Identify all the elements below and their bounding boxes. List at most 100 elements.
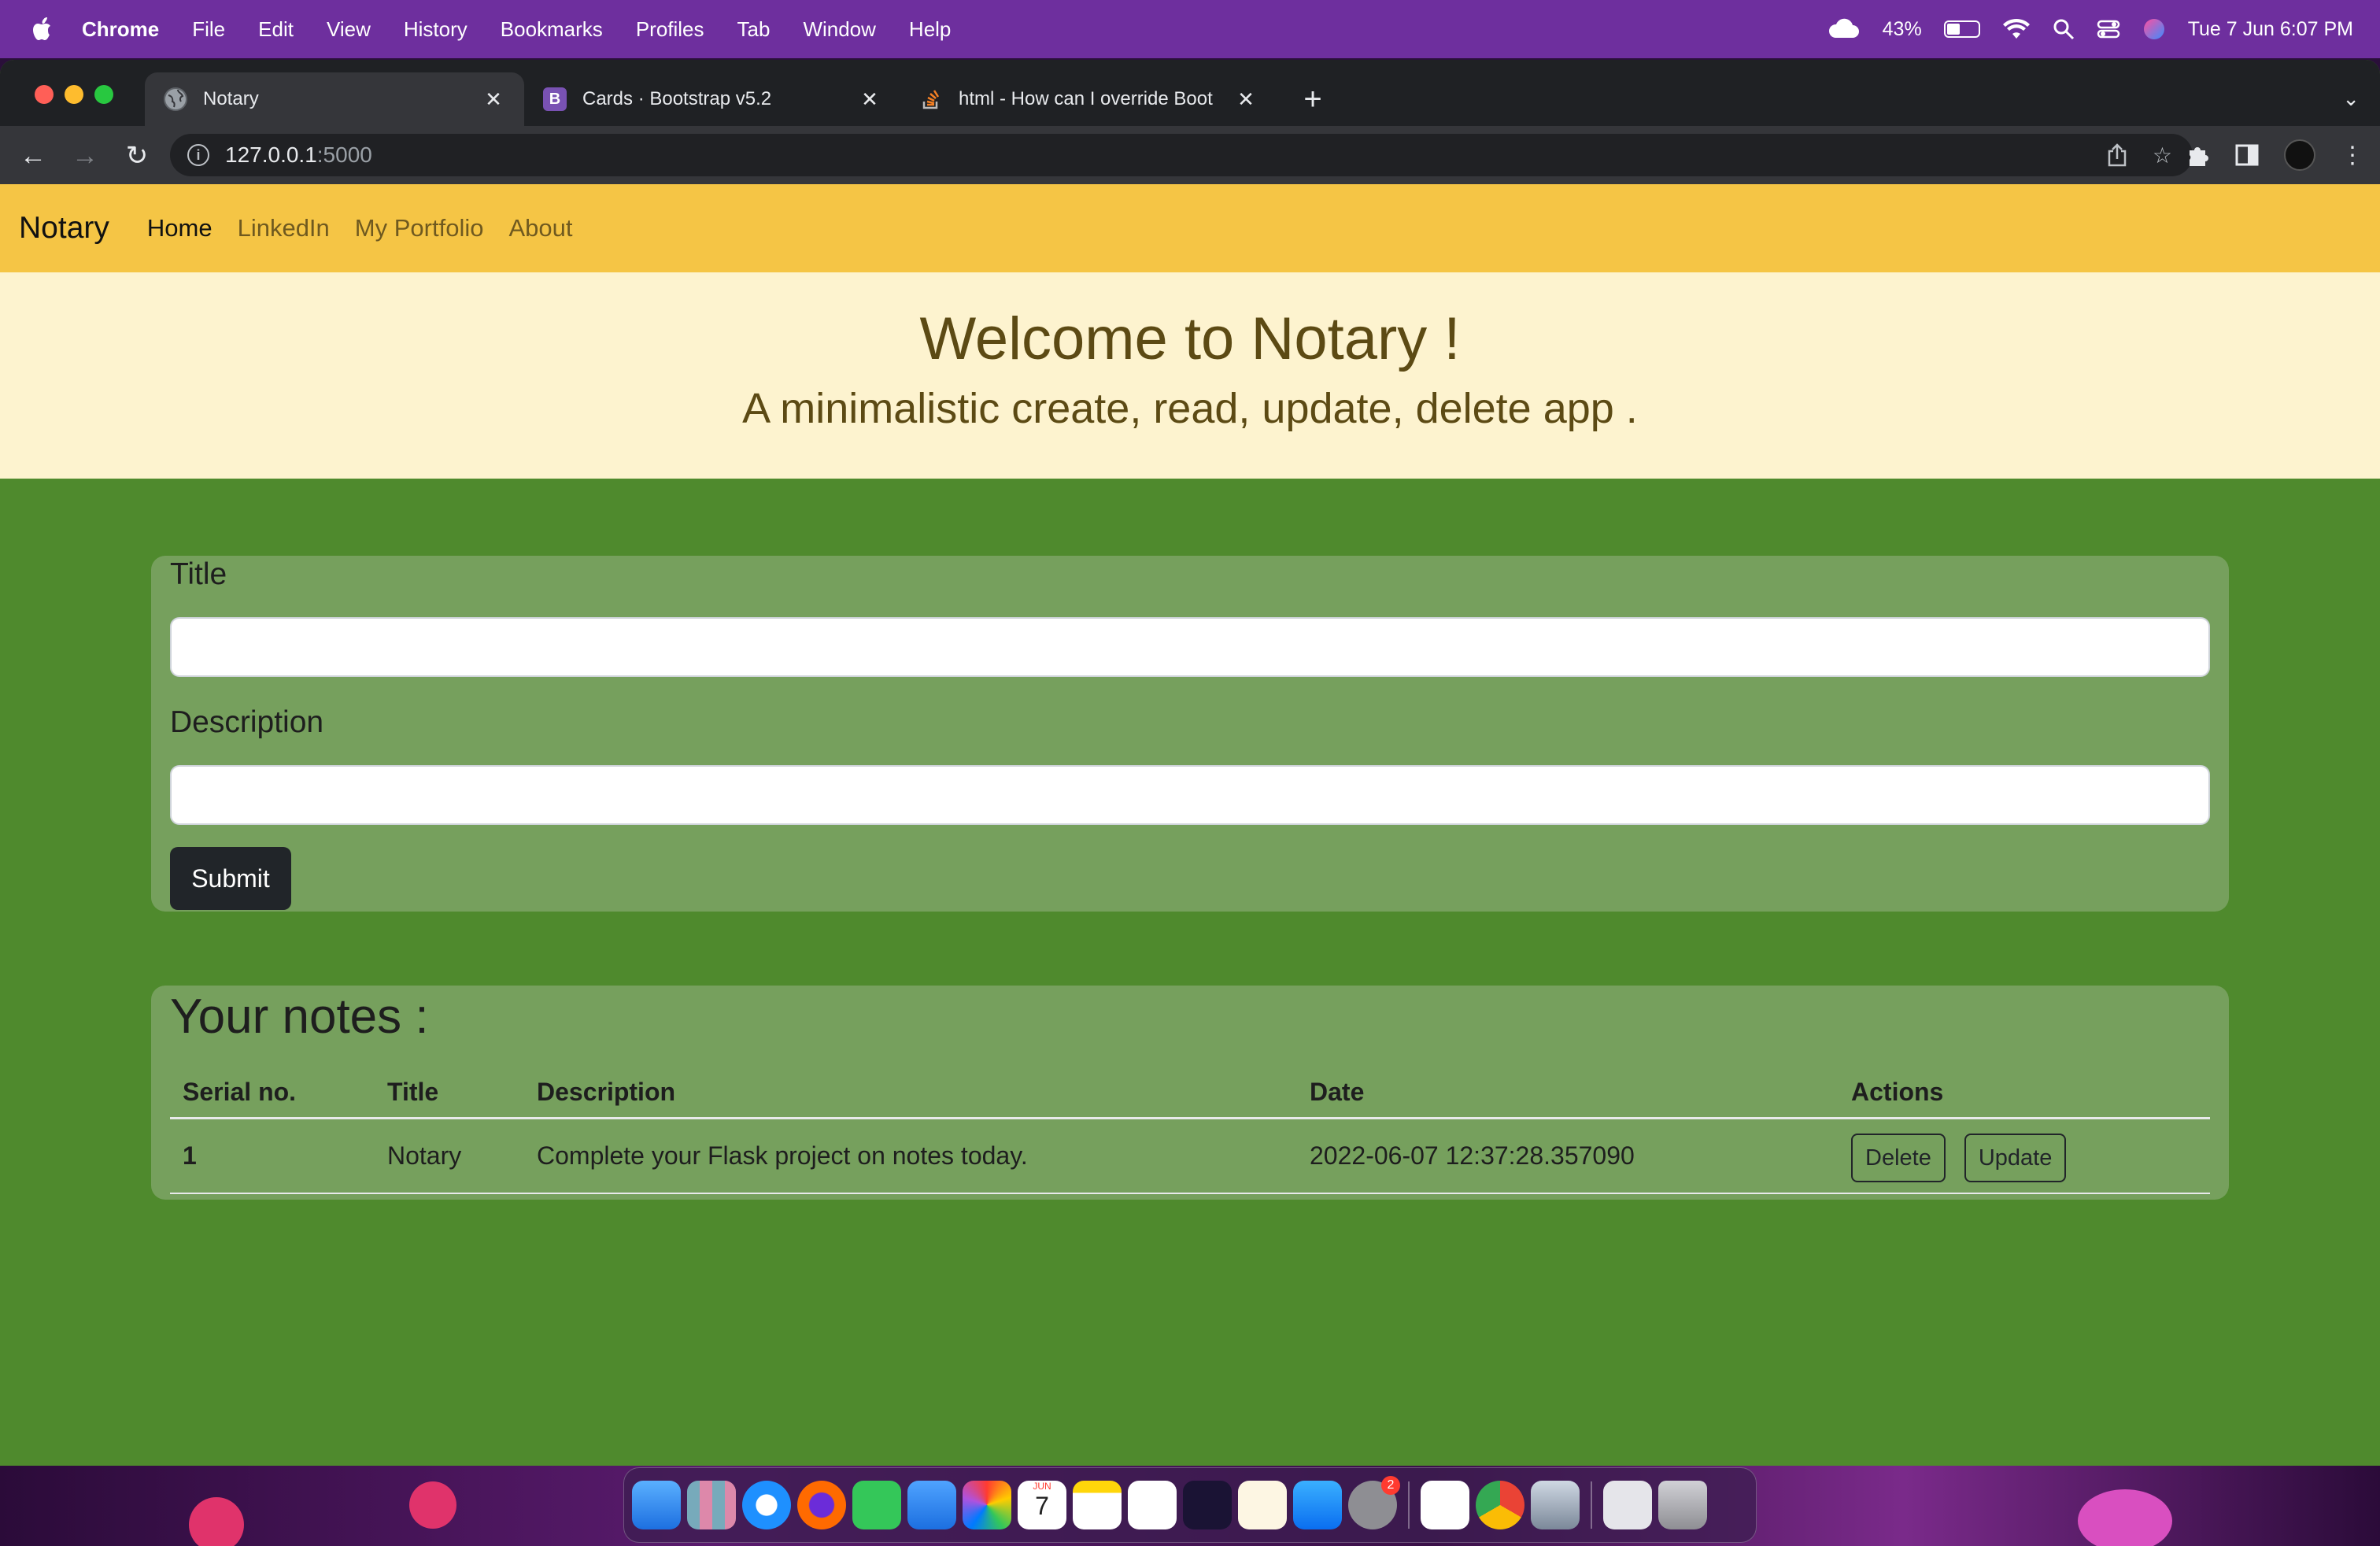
macos-menu-bar: Chrome File Edit View History Bookmarks … [0, 0, 2380, 58]
numbers-icon[interactable] [1128, 1481, 1177, 1529]
menu-tab[interactable]: Tab [737, 17, 771, 42]
close-tab-icon[interactable]: ✕ [858, 87, 881, 111]
forward-icon[interactable]: → [69, 140, 101, 172]
cell-description: Complete your Flask project on notes tod… [524, 1118, 1297, 1194]
more-menu-icon[interactable]: ⋮ [2341, 142, 2364, 169]
tab-title: html - How can I override Boot [959, 88, 1213, 109]
document-icon[interactable] [1603, 1481, 1652, 1529]
description-input[interactable] [170, 765, 2210, 825]
menu-edit[interactable]: Edit [258, 17, 294, 42]
title-label: Title [170, 557, 227, 591]
stackoverflow-icon [919, 87, 943, 111]
menu-app-chrome[interactable]: Chrome [82, 17, 159, 42]
profile-avatar[interactable] [2284, 139, 2315, 171]
dock: JUN 7 2 [623, 1467, 1757, 1543]
system-preferences-icon[interactable]: 2 [1348, 1476, 1400, 1529]
menu-help[interactable]: Help [909, 17, 951, 42]
address-bar[interactable]: i 127.0.0.1:5000 ☆ [170, 134, 2193, 176]
affinity-icon[interactable] [1183, 1481, 1232, 1529]
dock-separator [1591, 1481, 1592, 1529]
tab-bootstrap-cards[interactable]: B Cards · Bootstrap v5.2 ✕ [524, 72, 900, 126]
photos-icon[interactable] [963, 1481, 1011, 1529]
vscode-icon[interactable] [1421, 1481, 1469, 1529]
finder-icon[interactable] [632, 1481, 681, 1529]
site-navbar: Notary Home LinkedIn My Portfolio About [0, 184, 2380, 272]
siri-icon[interactable] [2142, 17, 2166, 41]
launchpad-icon[interactable] [687, 1481, 736, 1529]
cell-actions: Delete Update [1839, 1118, 2210, 1194]
control-center-icon[interactable] [2097, 18, 2120, 40]
side-panel-icon[interactable] [2235, 144, 2259, 166]
share-icon[interactable] [2107, 143, 2127, 167]
cell-title: Notary [375, 1118, 524, 1194]
bookmark-star-icon[interactable]: ☆ [2153, 142, 2172, 168]
close-tab-icon[interactable]: ✕ [482, 87, 505, 111]
minimize-window-button[interactable] [65, 85, 83, 104]
address-bar-actions: ☆ [2107, 134, 2172, 176]
navbar-brand[interactable]: Notary [19, 211, 109, 246]
close-window-button[interactable] [35, 85, 54, 104]
web-page: Notary Home LinkedIn My Portfolio About … [0, 184, 2380, 1466]
wallpaper-flower [189, 1497, 244, 1546]
preview-icon[interactable] [1531, 1481, 1580, 1529]
messages-icon[interactable] [852, 1481, 901, 1529]
tab-strip: Notary ✕ B Cards · Bootstrap v5.2 ✕ html… [0, 60, 2380, 126]
description-label: Description [170, 705, 324, 739]
hero-subtitle: A minimalistic create, read, update, del… [742, 385, 1638, 432]
battery-icon[interactable] [1943, 20, 1980, 38]
extensions-icon[interactable] [2185, 142, 2210, 168]
menu-view[interactable]: View [327, 17, 371, 42]
hero-title: Welcome to Notary ! [919, 305, 1461, 372]
column-header-actions: Actions [1839, 1067, 2210, 1119]
trash-icon[interactable] [1658, 1481, 1707, 1529]
menu-bookmarks[interactable]: Bookmarks [501, 17, 603, 42]
delete-button[interactable]: Delete [1851, 1134, 1946, 1183]
close-tab-icon[interactable]: ✕ [1234, 87, 1258, 111]
cloud-icon[interactable] [1826, 17, 1861, 41]
dock-separator [1408, 1481, 1410, 1529]
menubar-status-area: 43% Tue 7 Jun 6:07 PM [1826, 0, 2353, 58]
wallpaper-flower [2078, 1489, 2172, 1546]
menu-profiles[interactable]: Profiles [636, 17, 704, 42]
mail-icon[interactable] [907, 1481, 956, 1529]
back-icon[interactable]: ← [17, 140, 49, 172]
title-input[interactable] [170, 617, 2210, 677]
new-tab-icon[interactable]: + [1297, 83, 1329, 115]
app-store-icon[interactable] [1293, 1481, 1342, 1529]
notification-badge: 2 [1381, 1476, 1400, 1495]
wifi-icon[interactable] [2002, 18, 2031, 40]
apple-menu-icon[interactable] [27, 13, 58, 45]
update-button[interactable]: Update [1964, 1134, 2067, 1183]
column-header-title: Title [375, 1067, 524, 1119]
menu-window[interactable]: Window [803, 17, 875, 42]
column-header-date: Date [1297, 1067, 1839, 1119]
globe-icon [164, 87, 187, 111]
notes-icon[interactable] [1073, 1481, 1122, 1529]
notes-card: Your notes : Serial no. Title Descriptio… [151, 986, 2229, 1200]
chrome-icon[interactable] [1476, 1481, 1524, 1529]
firefox-icon[interactable] [797, 1481, 846, 1529]
zoom-window-button[interactable] [94, 85, 113, 104]
calendar-icon[interactable]: JUN 7 [1018, 1481, 1066, 1529]
submit-button[interactable]: Submit [170, 847, 291, 910]
menu-file[interactable]: File [192, 17, 225, 42]
nav-link-about[interactable]: About [508, 214, 572, 242]
note-form-card: Title Description Submit [151, 556, 2229, 912]
safari-icon[interactable] [742, 1481, 791, 1529]
search-icon[interactable] [2053, 18, 2075, 40]
clock[interactable]: Tue 7 Jun 6:07 PM [2188, 18, 2353, 41]
menu-history[interactable]: History [404, 17, 468, 42]
nav-link-home[interactable]: Home [147, 214, 213, 242]
calendar-day: 7 [1035, 1492, 1049, 1520]
tab-stackoverflow[interactable]: html - How can I override Boot ✕ [900, 72, 1277, 126]
nav-link-portfolio[interactable]: My Portfolio [355, 214, 484, 242]
tab-notary[interactable]: Notary ✕ [145, 72, 524, 126]
battery-percent: 43% [1882, 17, 1922, 40]
tab-search-chevron-icon[interactable]: ⌄ [2342, 87, 2360, 111]
site-info-icon[interactable]: i [187, 144, 209, 166]
url-port: :5000 [316, 142, 372, 167]
textedit-icon[interactable] [1238, 1481, 1287, 1529]
tab-title: Cards · Bootstrap v5.2 [582, 88, 772, 109]
reload-icon[interactable]: ↻ [121, 140, 153, 172]
nav-link-linkedin[interactable]: LinkedIn [238, 214, 330, 242]
